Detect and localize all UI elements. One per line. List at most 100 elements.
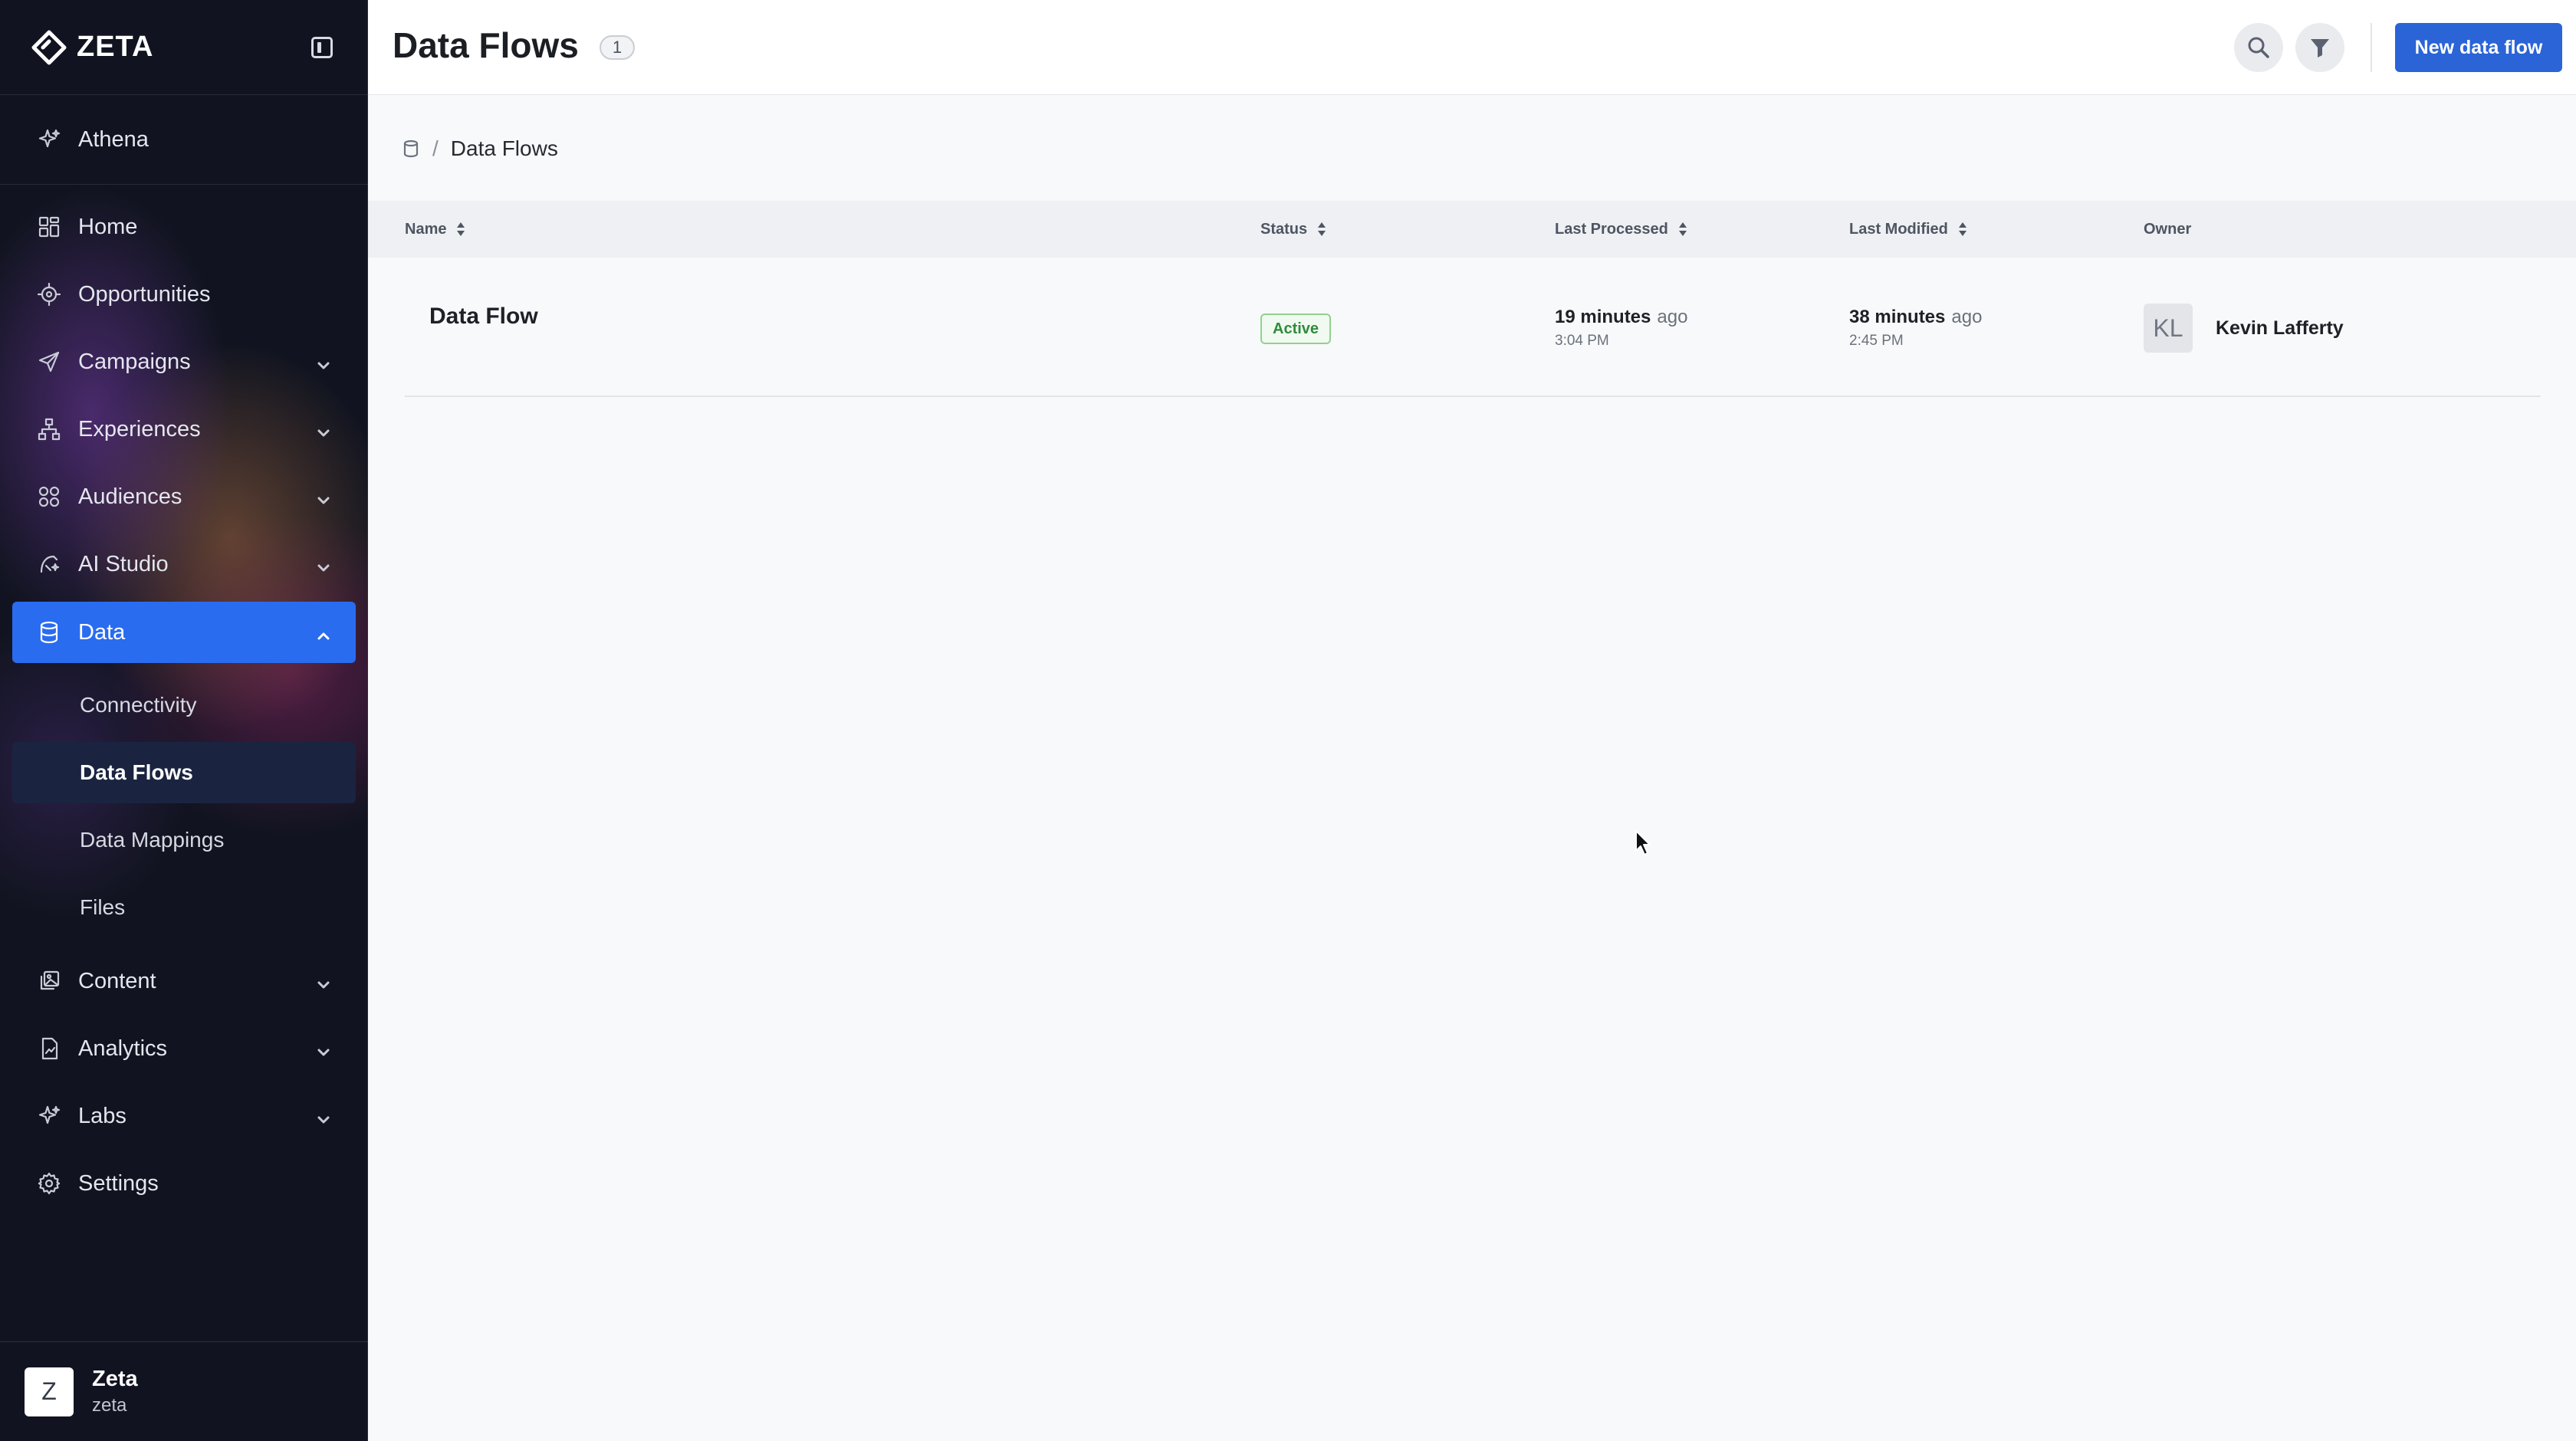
column-header-last-processed[interactable]: Last Processed <box>1555 201 1688 258</box>
sidebar-item-label: Experiences <box>78 416 201 441</box>
avatar: Z <box>25 1367 74 1416</box>
database-icon <box>35 619 63 646</box>
sidebar-item-experiences[interactable]: Experiences <box>12 399 356 460</box>
chevron-up-icon[interactable] <box>316 625 331 640</box>
zeta-diamond-icon <box>31 30 67 64</box>
chevron-down-icon[interactable] <box>316 422 331 437</box>
sidebar-subitem-data-mappings[interactable]: Data Mappings <box>12 809 356 871</box>
sidebar-item-home[interactable]: Home <box>12 196 356 258</box>
sidebar-item-label: Campaigns <box>78 349 191 374</box>
target-icon <box>35 281 63 308</box>
sidebar-item-data[interactable]: Data <box>12 602 356 663</box>
sidebar-item-content[interactable]: Content <box>12 950 356 1012</box>
gear-icon <box>35 1170 63 1197</box>
sidebar-item-label: Home <box>78 214 138 239</box>
sidebar-item-label: Athena <box>78 126 149 152</box>
sidebar-item-label: Settings <box>78 1170 159 1196</box>
column-header-owner: Owner <box>2144 201 2191 258</box>
chevron-down-icon[interactable] <box>316 973 331 989</box>
user-name: Zeta <box>92 1367 138 1391</box>
user-org: zeta <box>92 1395 127 1416</box>
sort-icon <box>455 221 466 238</box>
sidebar-item-opportunities[interactable]: Opportunities <box>12 264 356 325</box>
sidebar-subitem-label: Data Flows <box>80 760 193 784</box>
chevron-down-icon[interactable] <box>316 1108 331 1124</box>
sidebar-item-audiences[interactable]: Audiences <box>12 466 356 527</box>
breadcrumb-separator: / <box>432 136 439 160</box>
sidebar-item-label: Labs <box>78 1103 127 1128</box>
column-label: Last Processed <box>1555 220 1668 238</box>
sidebar-subitem-data-flows[interactable]: Data Flows <box>12 742 356 803</box>
new-data-flow-button[interactable]: New data flow <box>2395 23 2562 72</box>
sidebar-item-label: Opportunities <box>78 281 211 307</box>
column-label: Name <box>405 220 447 238</box>
audiences-icon <box>35 483 63 510</box>
owner-name: Kevin Lafferty <box>2216 317 2344 339</box>
page-header: Data Flows 1 New data flow <box>368 0 2576 95</box>
hierarchy-icon <box>35 415 63 443</box>
chevron-down-icon[interactable] <box>316 1041 331 1056</box>
sort-icon <box>1316 221 1327 238</box>
column-header-status[interactable]: Status <box>1260 201 1327 258</box>
last-processed-suffix: ago <box>1657 307 1688 327</box>
data-flow-name[interactable]: Data Flow <box>429 304 538 330</box>
filter-icon <box>2311 39 2329 57</box>
search-icon <box>2248 37 2269 58</box>
analytics-icon <box>35 1035 63 1062</box>
zeta-logo[interactable]: ZETA <box>31 29 153 66</box>
sparkle-icon <box>35 126 63 153</box>
column-header-name[interactable]: Name <box>405 201 466 258</box>
column-label: Status <box>1260 220 1308 238</box>
chevron-down-icon[interactable] <box>316 489 331 504</box>
last-modified-suffix: ago <box>1951 307 1983 327</box>
sidebar-item-athena[interactable]: Athena <box>12 109 356 170</box>
user-text: Zeta zeta <box>92 1367 138 1416</box>
brand-name: ZETA <box>77 31 154 63</box>
page-title: Data Flows <box>393 25 579 65</box>
sort-icon <box>1957 221 1968 238</box>
last-processed-amount: 19 minutes <box>1555 307 1651 327</box>
avatar: KL <box>2144 304 2193 353</box>
ai-studio-icon <box>35 550 63 578</box>
sidebar-item-campaigns[interactable]: Campaigns <box>12 331 356 392</box>
last-modified-amount: 38 minutes <box>1849 307 1946 327</box>
breadcrumb: / Data Flows <box>402 132 558 166</box>
sidebar-item-label: AI Studio <box>78 551 169 576</box>
table-row[interactable]: Data Flow Active 19 minutes ago 3:04 PM 3… <box>405 258 2541 397</box>
chevron-down-icon[interactable] <box>316 556 331 572</box>
sidebar: ZETA Athena Home Opportunities Campaigns <box>0 0 368 1441</box>
sidebar-subitem-files[interactable]: Files <box>12 877 356 938</box>
sidebar-item-label: Content <box>78 968 156 993</box>
sidebar-subitem-connectivity[interactable]: Connectivity <box>12 675 356 736</box>
user-account[interactable]: Z Zeta zeta <box>0 1341 368 1441</box>
collapse-sidebar-icon[interactable] <box>311 37 333 58</box>
sidebar-item-labs[interactable]: Labs <box>12 1085 356 1147</box>
database-icon[interactable] <box>402 140 420 158</box>
search-button[interactable] <box>2234 23 2283 72</box>
grid-icon <box>35 213 63 241</box>
last-modified-time: 2:45 PM <box>1849 333 1904 349</box>
column-header-last-modified[interactable]: Last Modified <box>1849 201 1968 258</box>
sidebar-item-analytics[interactable]: Analytics <box>12 1018 356 1079</box>
sidebar-item-settings[interactable]: Settings <box>12 1153 356 1214</box>
sidebar-subitem-label: Connectivity <box>80 693 197 717</box>
mouse-cursor-icon <box>1635 830 1651 855</box>
filter-button[interactable] <box>2295 23 2344 72</box>
column-label: Last Modified <box>1849 220 1948 238</box>
sidebar-subitem-label: Files <box>80 895 126 919</box>
content-icon <box>35 967 63 995</box>
column-label: Owner <box>2144 220 2192 238</box>
sidebar-item-ai-studio[interactable]: AI Studio <box>12 533 356 595</box>
sidebar-divider <box>0 184 368 185</box>
sort-icon <box>1677 221 1688 238</box>
send-icon <box>35 348 63 376</box>
chevron-down-icon[interactable] <box>316 354 331 369</box>
last-processed-relative: 19 minutes ago <box>1555 307 1687 328</box>
sidebar-item-label: Audiences <box>78 484 182 509</box>
last-modified-relative: 38 minutes ago <box>1849 307 1982 328</box>
sidebar-subitem-label: Data Mappings <box>80 828 225 852</box>
table-header: Name Status Last Processed Last Modified… <box>368 201 2576 258</box>
brand-bar: ZETA <box>0 0 368 95</box>
breadcrumb-current: Data Flows <box>450 136 558 160</box>
status-badge: Active <box>1260 313 1332 344</box>
